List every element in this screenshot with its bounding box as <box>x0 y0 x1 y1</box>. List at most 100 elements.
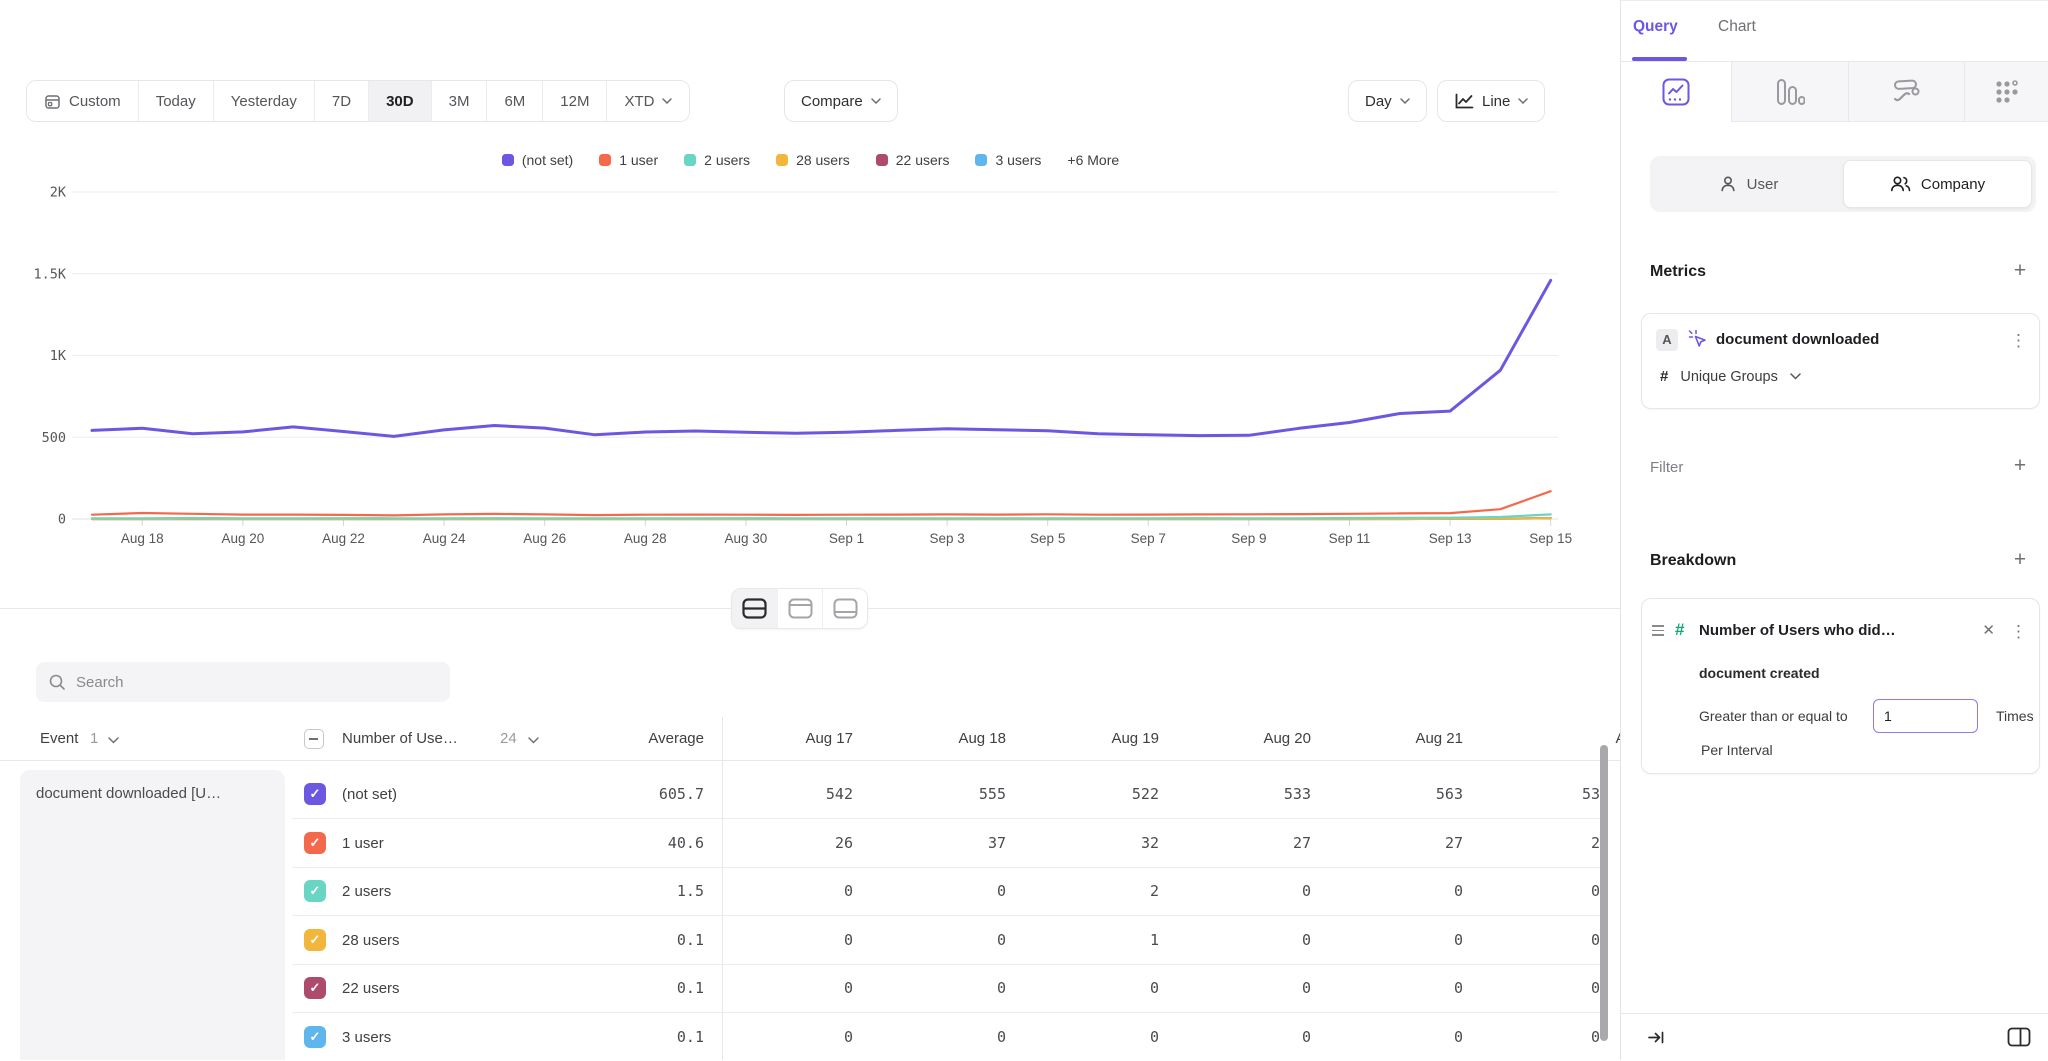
range-6m-button[interactable]: 6M <box>486 81 542 121</box>
series-checkbox[interactable]: ✓ <box>304 977 326 999</box>
series-checkbox[interactable]: ✓ <box>304 880 326 902</box>
cell-value: 563 <box>1313 770 1463 819</box>
range-7d-button[interactable]: 7D <box>314 81 368 121</box>
range-custom-button[interactable]: Custom <box>27 81 138 121</box>
timeseries-chart[interactable]: 05001K1.5K2KAug 18Aug 20Aug 22Aug 24Aug … <box>0 180 1621 572</box>
collapse-panel-button[interactable] <box>1647 1029 1666 1049</box>
date-column-header: Aug 17 <box>703 717 853 761</box>
legend-swatch <box>776 154 788 166</box>
breakdown-times-input[interactable] <box>1873 699 1978 733</box>
x-axis-tick-label: Aug 30 <box>725 531 768 546</box>
breakdown-kebab-menu[interactable]: ⋮ <box>2010 623 2027 640</box>
range-3m-button[interactable]: 3M <box>431 81 487 121</box>
compare-button[interactable]: Compare <box>784 80 898 122</box>
chart-type-dropdown[interactable]: Line <box>1437 80 1545 122</box>
metric-kebab-menu[interactable]: ⋮ <box>2010 332 2027 349</box>
range-today-button[interactable]: Today <box>138 81 213 121</box>
series-label[interactable]: 1 user <box>342 819 384 868</box>
range-xtd-button[interactable]: XTD <box>606 81 689 121</box>
chevron-down-icon <box>1518 98 1528 104</box>
add-metric-button[interactable]: + <box>2008 259 2032 283</box>
split-view-icon <box>742 598 767 619</box>
series-column-header[interactable]: Number of Use… <box>342 717 458 761</box>
cell-value: 0 <box>1009 964 1159 1013</box>
chevron-down-icon[interactable] <box>108 737 119 744</box>
breakdown-card[interactable]: # Number of Users who did… ✕ ⋮ document … <box>1641 598 2040 774</box>
cell-value: 542 <box>703 770 853 819</box>
add-breakdown-button[interactable]: + <box>2008 548 2032 572</box>
layout-split-button[interactable] <box>732 589 777 628</box>
toggle-company[interactable]: Company <box>1843 160 2032 208</box>
charttype-tab-more[interactable] <box>1964 62 2048 122</box>
event-column-header[interactable]: Event <box>40 717 78 761</box>
legend-item[interactable]: 3 users <box>975 152 1041 168</box>
cell-value: 0 <box>1161 1013 1311 1061</box>
toggle-user[interactable]: User <box>1654 160 1843 208</box>
active-tab-underline <box>1632 57 1687 61</box>
chart-type-label: Line <box>1482 93 1510 110</box>
table-row: ✓2 users1.5002000 <box>0 867 1621 916</box>
x-axis-tick-label: Sep 3 <box>929 531 964 546</box>
series-label[interactable]: 28 users <box>342 916 400 965</box>
chevron-down-icon <box>1790 373 1801 380</box>
average-value: 0.1 <box>554 916 704 965</box>
close-icon[interactable]: ✕ <box>1982 621 1995 639</box>
legend-item[interactable]: 2 users <box>684 152 750 168</box>
metric-measure-label: Unique Groups <box>1680 369 1778 385</box>
range-30d-button[interactable]: 30D <box>368 81 431 121</box>
legend-swatch <box>876 154 888 166</box>
y-axis-tick-label: 1K <box>50 348 67 364</box>
charttype-tab-line[interactable] <box>1621 62 1731 122</box>
layout-chart-only-button[interactable] <box>777 589 822 628</box>
series-checkbox[interactable]: ✓ <box>304 832 326 854</box>
chevron-down-icon[interactable] <box>528 737 539 744</box>
date-range-group: Custom Today Yesterday7D30D3M6M 12M XTD <box>26 80 690 122</box>
series-label[interactable]: 22 users <box>342 964 400 1013</box>
table-vertical-scrollbar[interactable] <box>1600 745 1608 1041</box>
charttype-tab-flow[interactable] <box>1848 62 1964 122</box>
range-label: Today <box>156 93 196 110</box>
y-axis-tick-label: 500 <box>42 430 66 446</box>
legend-item[interactable]: 22 users <box>876 152 950 168</box>
tab-query[interactable]: Query <box>1633 18 1678 36</box>
cell-value: 0 <box>1161 867 1311 916</box>
range-yesterday-button[interactable]: Yesterday <box>213 81 314 121</box>
breakdown-per-interval-label[interactable]: Per Interval <box>1701 742 1773 758</box>
legend-more-link[interactable]: +6 More <box>1067 152 1119 168</box>
charttype-tab-bar[interactable] <box>1731 62 1848 122</box>
series-checkbox[interactable]: ✓ <box>304 1026 326 1048</box>
cell-value: 0 <box>1009 1013 1159 1061</box>
search-icon <box>48 673 66 691</box>
series-select-all-checkbox[interactable] <box>304 729 324 749</box>
cell-value: 1 <box>1009 916 1159 965</box>
legend-item[interactable]: (not set) <box>502 152 573 168</box>
range-12m-button[interactable]: 12M <box>542 81 606 121</box>
x-axis-tick-label: Aug 26 <box>523 531 566 546</box>
drag-handle-icon[interactable] <box>1652 625 1664 639</box>
series-checkbox[interactable]: ✓ <box>304 929 326 951</box>
layout-table-only-button[interactable] <box>822 589 867 628</box>
legend-label: 3 users <box>995 152 1041 168</box>
cell-value: 0 <box>703 1013 853 1061</box>
legend-item[interactable]: 1 user <box>599 152 658 168</box>
chart-legend: (not set) 1 user 2 users 28 users 22 users 3 … <box>0 152 1621 168</box>
tab-chart[interactable]: Chart <box>1718 18 1756 36</box>
series-checkbox[interactable]: ✓ <box>304 783 326 805</box>
metric-event-name[interactable]: document downloaded <box>1716 331 1879 348</box>
cell-value: 0 <box>856 867 1006 916</box>
range-label: 12M <box>560 93 589 110</box>
series-label[interactable]: 3 users <box>342 1013 391 1061</box>
metric-measure-row[interactable]: # Unique Groups <box>1660 368 1801 385</box>
interval-dropdown[interactable]: Day <box>1348 80 1427 122</box>
breakdown-condition-label[interactable]: Greater than or equal to <box>1699 708 1848 724</box>
legend-item[interactable]: 28 users <box>776 152 850 168</box>
cell-value: 555 <box>856 770 1006 819</box>
panel-layout-button[interactable] <box>2007 1027 2031 1050</box>
add-filter-button[interactable]: + <box>2008 454 2032 478</box>
search-input[interactable] <box>76 674 438 691</box>
series-label[interactable]: (not set) <box>342 770 397 819</box>
metric-card[interactable]: A document downloaded ⋮ # Unique Groups <box>1641 313 2040 409</box>
breakdown-property-name[interactable]: Number of Users who did… <box>1699 622 1974 639</box>
series-label[interactable]: 2 users <box>342 867 391 916</box>
breakdown-event-name[interactable]: document created <box>1699 665 1820 681</box>
